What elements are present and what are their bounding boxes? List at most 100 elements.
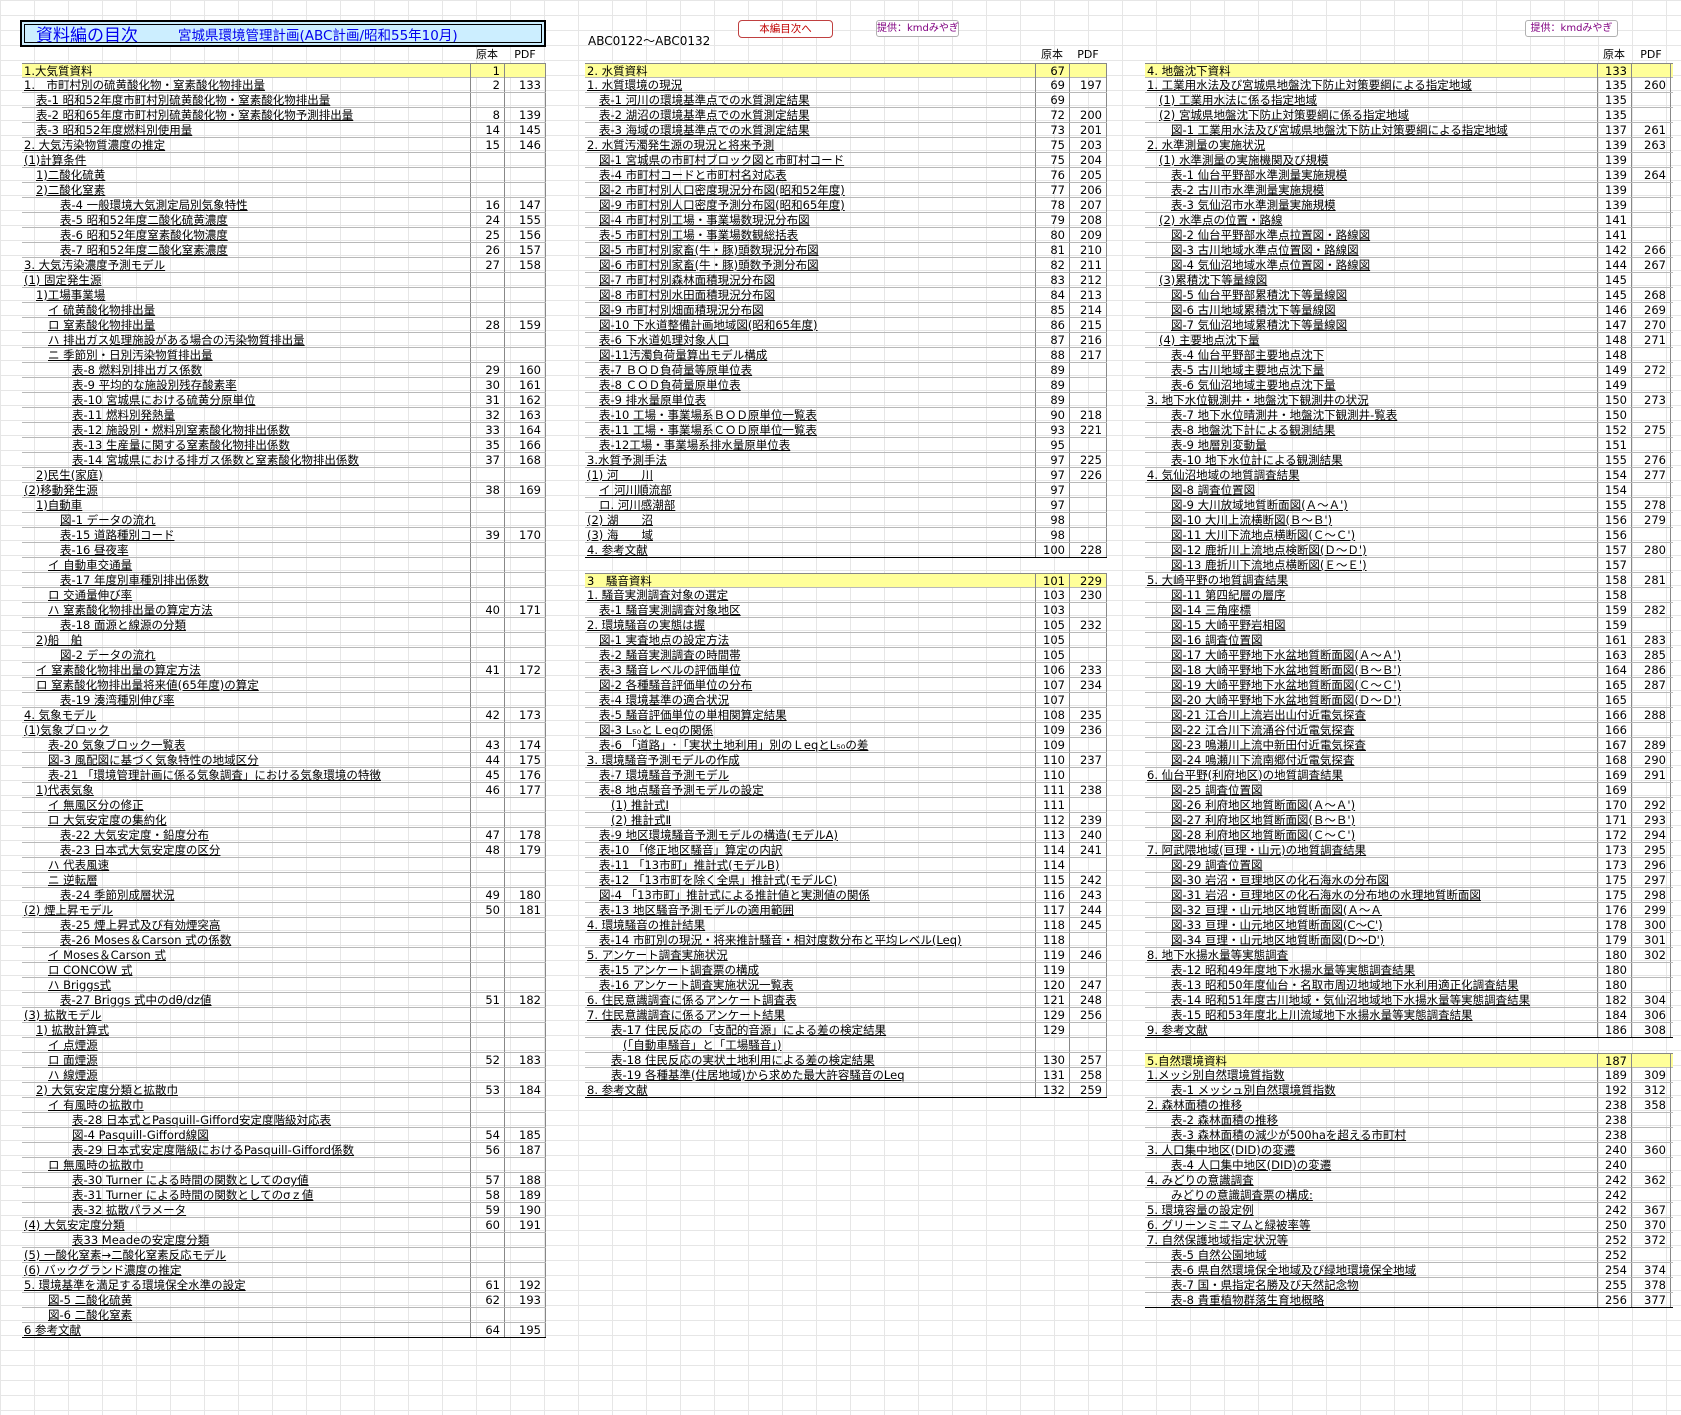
- toc-entry-link[interactable]: 表-13 生産量に関する窒素酸化物排出係数: [22, 438, 470, 452]
- toc-row[interactable]: 表-7 ＢＯＤ負荷量等原単位表 89: [585, 363, 1107, 378]
- toc-entry-link[interactable]: 表-2 森林面積の推移: [1145, 1113, 1597, 1127]
- toc-entry-link[interactable]: 表-4 仙台平野部主要地点沈下: [1145, 348, 1597, 362]
- toc-entry-link[interactable]: 表-8 地盤沈下計による観測結果: [1145, 423, 1597, 437]
- toc-row[interactable]: 図-33 亘理・山元地区地質断面図(C～C') 178 300: [1145, 918, 1673, 933]
- toc-entry-link[interactable]: (5) 一酸化窒素→二酸化窒素反応モデル: [22, 1248, 470, 1262]
- toc-row[interactable]: 表-10 宮城県における硫黄分原単位 31 162: [22, 393, 546, 408]
- toc-row[interactable]: 表-16 昼夜率: [22, 543, 546, 558]
- toc-row[interactable]: 表-2 昭和65年度市町村別硫黄酸化物・窒素酸化物予測排出量 8 139: [22, 108, 546, 123]
- toc-row[interactable]: 表-1 騒音実測調査対象地区 103: [585, 603, 1107, 618]
- toc-row[interactable]: 表-12 昭和49年度地下水揚水量等実態調査結果 180: [1145, 963, 1673, 978]
- toc-row[interactable]: 2. 森林面積の推移 238 358: [1145, 1098, 1673, 1113]
- toc-row[interactable]: 図-24 鳴瀬川下流南郷付近電気探査 168 290: [1145, 753, 1673, 768]
- toc-row[interactable]: 表-16 アンケート調査実施状況一覧表 120 247: [585, 978, 1107, 993]
- toc-row[interactable]: 図-10 下水道整備計画地域図(昭和65年度) 86 215: [585, 318, 1107, 333]
- toc-entry-link[interactable]: 表-18 面源と線源の分類: [22, 618, 470, 632]
- toc-entry-link[interactable]: 表-6 昭和52年度窒素酸化物濃度: [22, 228, 470, 242]
- toc-entry-link[interactable]: ロ CONCOW 式: [22, 963, 470, 977]
- toc-row[interactable]: (4) 大気安定度分類 60 191: [22, 1218, 546, 1233]
- toc-entry-link[interactable]: (1) 推計式Ⅰ: [585, 798, 1035, 812]
- toc-row[interactable]: (2) 宮城県地盤沈下防止対策要綱に係る指定地域 135: [1145, 108, 1673, 123]
- toc-entry-link[interactable]: 表-25 煙上昇式及び有効煙突高: [22, 918, 470, 932]
- toc-entry-link[interactable]: イ 河川順流部: [585, 483, 1035, 497]
- toc-row[interactable]: 表-29 日本式安定度階級におけるPasquill-Gifford係数 56 187: [22, 1143, 546, 1158]
- toc-row[interactable]: 表-3 騒音レベルの評価単位 106 233: [585, 663, 1107, 678]
- toc-row[interactable]: 表-9 排水量原単位表 89: [585, 393, 1107, 408]
- toc-row[interactable]: 4. 環境騒音の推計結果 118 245: [585, 918, 1107, 933]
- toc-entry-link[interactable]: (3) 海 域: [585, 528, 1035, 542]
- toc-row[interactable]: イ 河川順流部 97: [585, 483, 1107, 498]
- toc-entry-link[interactable]: 表-26 Moses＆Carson 式の係数: [22, 933, 470, 947]
- toc-row[interactable]: 表-9 平均的な施設別残存酸素率 30 161: [22, 378, 546, 393]
- toc-row[interactable]: 表-2 湖沼の環境基準点での水質測定結果 72 200: [585, 108, 1107, 123]
- toc-entry-link[interactable]: 表-28 日本式とPasquill-Gifford安定度階級対応表: [22, 1113, 470, 1127]
- toc-row[interactable]: 2)船 舶: [22, 633, 546, 648]
- toc-row[interactable]: 表-15 道路種別コード 39 170: [22, 528, 546, 543]
- toc-row[interactable]: 表-15 昭和53年度北上川流域地下水揚水量等実態調査結果 184 306: [1145, 1008, 1673, 1023]
- toc-row[interactable]: (1) 河 川 97 226: [585, 468, 1107, 483]
- toc-entry-link[interactable]: みどりの意識調査票の構成:: [1145, 1188, 1597, 1202]
- toc-row[interactable]: (3) 海 域 98: [585, 528, 1107, 543]
- toc-row[interactable]: ロ 交通量伸び率: [22, 588, 546, 603]
- toc-row[interactable]: (「自動車騒音」と「工場騒音」): [585, 1038, 1107, 1053]
- toc-entry-link[interactable]: 表-14 市町別の現況・将来推計騒音・相対度数分布と平均レベル(Leq): [585, 933, 1035, 947]
- toc-entry-link[interactable]: 表-23 日本式大気安定度の区分: [22, 843, 470, 857]
- toc-entry-link[interactable]: ハ Briggs式: [22, 978, 470, 992]
- toc-entry-link[interactable]: 図-33 亘理・山元地区地質断面図(C～C'): [1145, 918, 1597, 932]
- toc-entry-link[interactable]: 表-20 気象ブロック一覧表: [22, 738, 470, 752]
- toc-entry-link[interactable]: 表-7 国・県指定名勝及び天然記念物: [1145, 1278, 1597, 1292]
- toc-row[interactable]: 表-12 「13市町を除く全県」推計式(モデルC) 115 242: [585, 873, 1107, 888]
- toc-entry-link[interactable]: 表-6 気仙沼地域主要地点沈下量: [1145, 378, 1597, 392]
- toc-row[interactable]: 図-13 鹿折川下流地点横断図(Ｅ～Ｅ') 157: [1145, 558, 1673, 573]
- toc-row[interactable]: 表-13 地区騒音予測モデルの適用範囲 117 244: [585, 903, 1107, 918]
- toc-row[interactable]: 1. 水質環境の現況 69 197: [585, 78, 1107, 93]
- toc-entry-link[interactable]: 図-5 二酸化硫黄: [22, 1293, 470, 1307]
- toc-entry-link[interactable]: 図-30 岩沼・亘理地区の化石海水の分布図: [1145, 873, 1597, 887]
- toc-entry-link[interactable]: 図-5 仙台平野部累積沈下等量線図: [1145, 288, 1597, 302]
- toc-row[interactable]: 表-3 昭和52年度燃料別使用量 14 145: [22, 123, 546, 138]
- toc-entry-link[interactable]: 表-7 昭和52年度二酸化窒素濃度: [22, 243, 470, 257]
- toc-entry-link[interactable]: 表-12工場・事業場系排水量原単位表: [585, 438, 1035, 452]
- toc-row[interactable]: 表-6 下水道処理対象人口 87 216: [585, 333, 1107, 348]
- toc-entry-link[interactable]: 表-8 地点騒音予測モデルの設定: [585, 783, 1035, 797]
- toc-row[interactable]: 表-25 煙上昇式及び有効煙突高: [22, 918, 546, 933]
- toc-row[interactable]: 2)二酸化窒素: [22, 183, 546, 198]
- toc-entry-link[interactable]: 表-27 Briggs 式中のdθ/dz値: [22, 993, 470, 1007]
- toc-row[interactable]: イ 窒素酸化物排出量の算定方法 41 172: [22, 663, 546, 678]
- toc-entry-link[interactable]: 表-5 昭和52年度二酸化硫黄濃度: [22, 213, 470, 227]
- toc-entry-link[interactable]: 表-7 地下水位晴測井・地盤沈下観測井-覧表: [1145, 408, 1597, 422]
- toc-row[interactable]: 図-6 古川地域累積沈下等量線図 146 269: [1145, 303, 1673, 318]
- toc-row[interactable]: 図-17 大崎平野地下水盆地質断面図(Ａ～Ａ') 163 285: [1145, 648, 1673, 663]
- toc-entry-link[interactable]: 表-3 昭和52年度燃料別使用量: [22, 123, 470, 137]
- toc-entry-link[interactable]: (2)移動発生源: [22, 483, 470, 497]
- toc-row[interactable]: 図-23 鳴瀬川上流中新田付近電気探査 167 289: [1145, 738, 1673, 753]
- toc-entry-link[interactable]: 図-7 市町村別森林面積現況分布図: [585, 273, 1035, 287]
- toc-entry-link[interactable]: 図-31 岩沼・亘理地区の化石海水の分布地の水理地質断面図: [1145, 888, 1597, 902]
- toc-entry-link[interactable]: 表-17 年度別車種別排出係数: [22, 573, 470, 587]
- toc-row[interactable]: 表-12工場・事業場系排水量原単位表 95: [585, 438, 1107, 453]
- toc-entry-link[interactable]: 図-9 市町村別畑面積現況分布図: [585, 303, 1035, 317]
- toc-entry-link[interactable]: 表-16 昼夜率: [22, 543, 470, 557]
- toc-entry-link[interactable]: 8. 地下水揚水量等実態調査: [1145, 948, 1597, 962]
- toc-row[interactable]: 表-7 昭和52年度二酸化窒素濃度 26 157: [22, 243, 546, 258]
- toc-row[interactable]: ロ 窒素酸化物排出量 28 159: [22, 318, 546, 333]
- toc-entry-link[interactable]: 図-11 大川下流地点横断図(Ｃ～Ｃ'): [1145, 528, 1597, 542]
- toc-entry-link[interactable]: 2)二酸化窒素: [22, 183, 470, 197]
- toc-row[interactable]: (2) 水準点の位置・路線 141: [1145, 213, 1673, 228]
- toc-entry-link[interactable]: 6. グリーンミニマムと緑被率等: [1145, 1218, 1597, 1232]
- toc-entry-link[interactable]: 1)二酸化硫黄: [22, 168, 470, 182]
- toc-entry-link[interactable]: ロ 大気安定度の集約化: [22, 813, 470, 827]
- toc-row[interactable]: ニ 逆転層: [22, 873, 546, 888]
- toc-row[interactable]: 図-8 市町村別水田面積現況分布図 84 213: [585, 288, 1107, 303]
- toc-entry-link[interactable]: 表-11 工場・事業場系ＣＯＤ原単位一覧表: [585, 423, 1035, 437]
- toc-row[interactable]: 1)代表気象 46 177: [22, 783, 546, 798]
- toc-row[interactable]: 図-14 三角座標 159 282: [1145, 603, 1673, 618]
- toc-row[interactable]: 図-25 調査位置図 169: [1145, 783, 1673, 798]
- toc-row[interactable]: 表-13 昭和50年度仙台・名取市周辺地域地下水利用適正化調査結果 180: [1145, 978, 1673, 993]
- toc-row[interactable]: 表-8 貴重植物群落生育地概略 256 377: [1145, 1293, 1673, 1308]
- toc-row[interactable]: 図-10 大川上流横断図(Ｂ～Ｂ') 156 279: [1145, 513, 1673, 528]
- toc-row[interactable]: 表-2 騒音実測調査の時間帯 105: [585, 648, 1107, 663]
- toc-entry-link[interactable]: 表-6 県自然環境保全地域及び緑地環境保全地域: [1145, 1263, 1597, 1277]
- toc-entry-link[interactable]: (1)気象ブロック: [22, 723, 470, 737]
- toc-row[interactable]: 表-8 地盤沈下計による観測結果 152 275: [1145, 423, 1673, 438]
